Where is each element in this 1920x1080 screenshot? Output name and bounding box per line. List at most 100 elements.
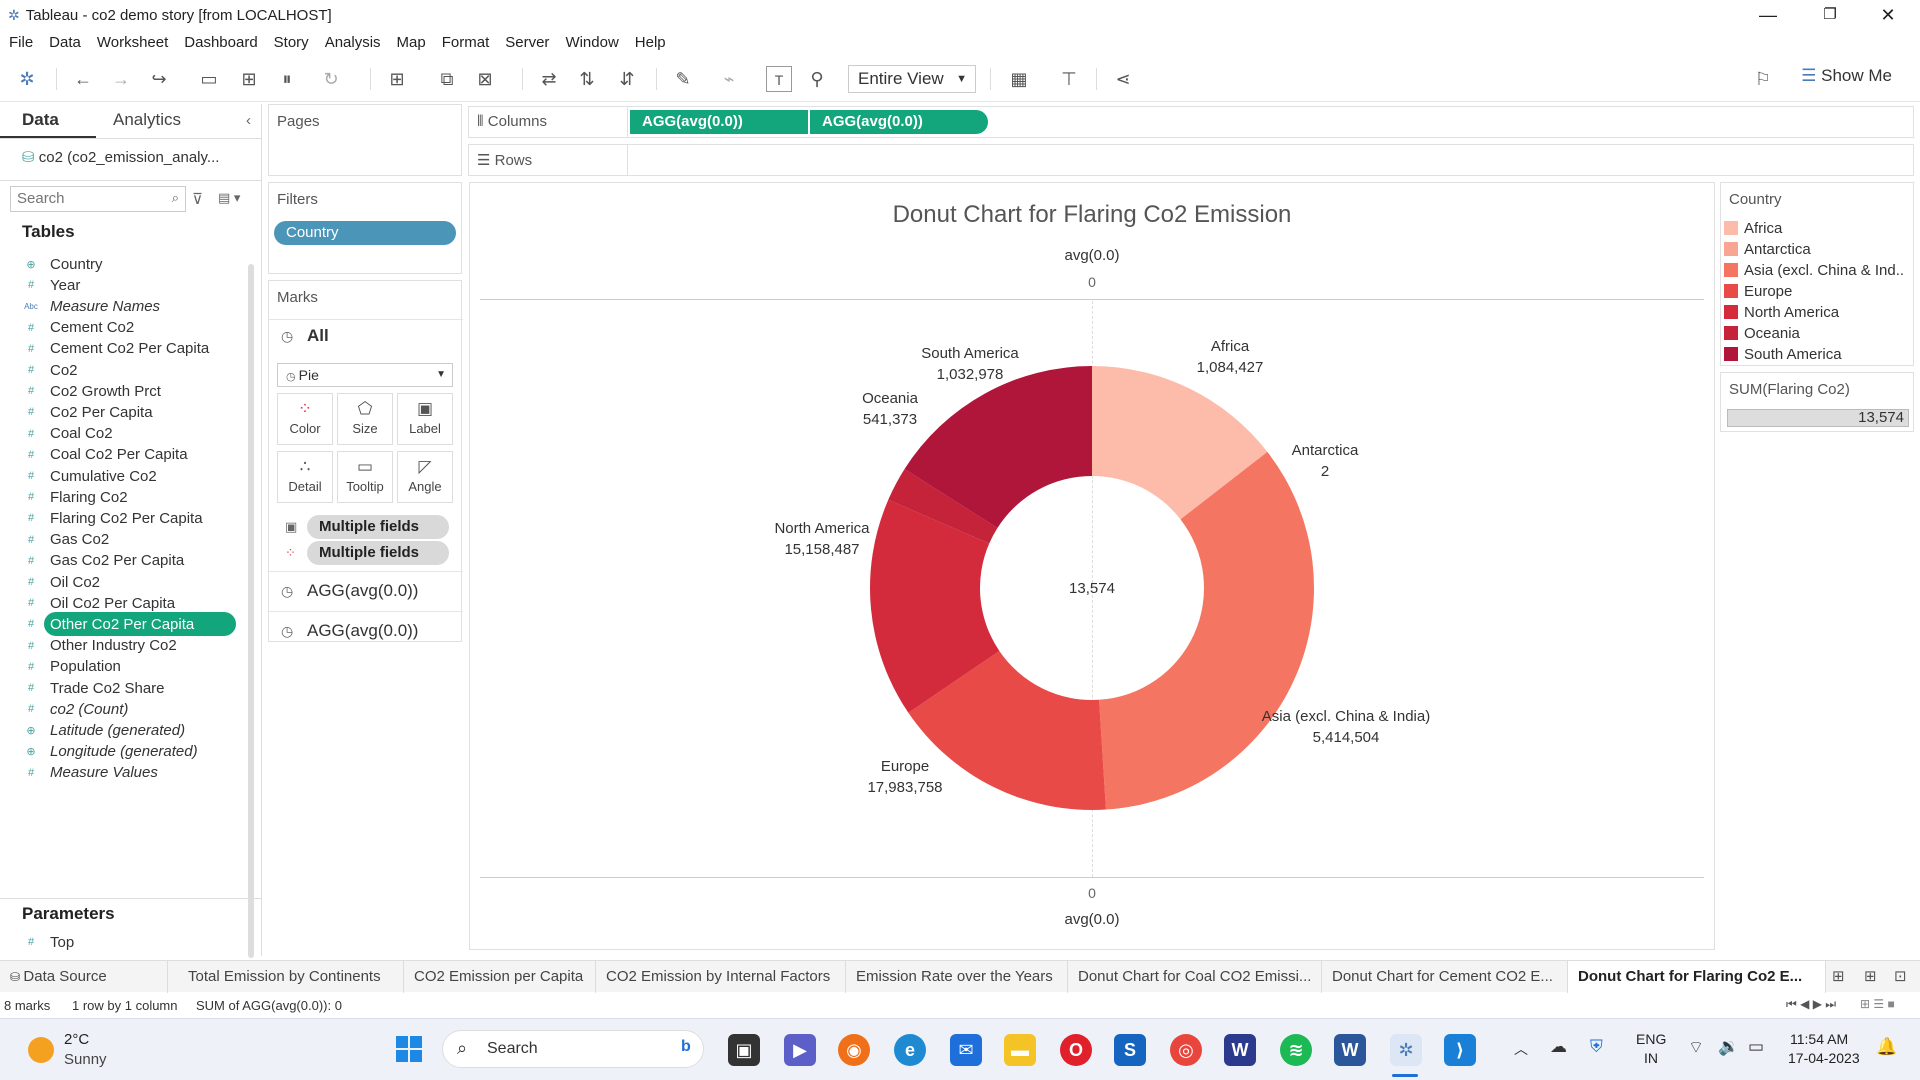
detail-button[interactable]: ∴ Detail	[277, 451, 333, 503]
search-input-box[interactable]: ⌕	[10, 186, 186, 212]
size-button[interactable]: ⬠ Size	[337, 393, 393, 445]
color-button[interactable]: ⁘ Color	[277, 393, 333, 445]
minimize-button[interactable]: —	[1740, 0, 1796, 30]
spotify-icon[interactable]: ≋	[1280, 1034, 1312, 1066]
word-icon[interactable]: W	[1334, 1034, 1366, 1066]
battery-icon[interactable]: ▭	[1748, 1037, 1764, 1057]
menu-item-dashboard[interactable]: Dashboard	[184, 34, 257, 51]
menu-item-worksheet[interactable]: Worksheet	[97, 34, 168, 51]
new-dashboard-tab-icon[interactable]: ⊞	[1864, 967, 1877, 985]
fix-axes-icon[interactable]: ⚲	[804, 66, 830, 92]
task-view-icon[interactable]: ▣	[728, 1034, 760, 1066]
view-options-icon[interactable]: ▤ ▾	[218, 190, 240, 206]
columns-shelf[interactable]: ⦀ Columns AGG(avg(0.0)) AGG(avg(0.0))	[468, 106, 1914, 138]
weather-temp[interactable]: 2°C	[64, 1031, 89, 1048]
sheet-tab[interactable]: Donut Chart for Cement CO2 E...	[1322, 961, 1568, 993]
language-indicator[interactable]: ENG	[1636, 1031, 1666, 1047]
menu-item-data[interactable]: Data	[49, 34, 81, 51]
rows-shelf[interactable]: ☰ Rows	[468, 144, 1914, 176]
sheet-tab[interactable]: Donut Chart for Coal CO2 Emissi...	[1068, 961, 1322, 993]
chart-view[interactable]: Donut Chart for Flaring Co2 Emission avg…	[469, 182, 1715, 950]
tableau-taskbar-icon[interactable]: ✲	[1390, 1034, 1422, 1066]
close-button[interactable]: ✕	[1860, 0, 1916, 30]
menu-item-map[interactable]: Map	[397, 34, 426, 51]
legend-item[interactable]: North America	[1724, 302, 1839, 322]
sheet-navigation-icons[interactable]: ⏮ ◀ ▶ ⏭	[1786, 997, 1836, 1012]
undo-icon[interactable]: ←	[70, 66, 96, 92]
volume-icon[interactable]: 🔉	[1718, 1037, 1739, 1057]
file-explorer-icon[interactable]: ▬	[1004, 1034, 1036, 1066]
filters-shelf[interactable]: Filters Country	[268, 182, 462, 274]
pin-icon[interactable]: ⚐	[1750, 66, 1776, 92]
redo-icon[interactable]: →	[108, 66, 134, 92]
donut-slice-asia-excl-china-india-[interactable]	[1099, 451, 1314, 810]
share-icon[interactable]: ⋖	[1110, 66, 1136, 92]
marks-all[interactable]: All	[307, 326, 329, 346]
agg-card-2[interactable]: AGG(avg(0.0))	[307, 621, 418, 641]
highlight-icon[interactable]: ✎	[670, 66, 696, 92]
menu-item-server[interactable]: Server	[505, 34, 549, 51]
menu-item-help[interactable]: Help	[635, 34, 666, 51]
firefox-icon[interactable]: ◉	[838, 1034, 870, 1066]
clock-time[interactable]: 11:54 AM	[1790, 1031, 1848, 1047]
taskbar-search[interactable]: ⌕ Search b	[442, 1030, 704, 1068]
presentation-mode-icon[interactable]: ⊤	[1056, 66, 1082, 92]
show-cards-icon[interactable]: ▦	[1006, 66, 1032, 92]
mark-field-pill-color[interactable]: Multiple fields	[307, 541, 449, 565]
menu-item-analysis[interactable]: Analysis	[325, 34, 381, 51]
scrollbar[interactable]	[248, 264, 254, 958]
angle-button[interactable]: ◸ Angle	[397, 451, 453, 503]
notification-icon[interactable]: 🔔	[1876, 1037, 1897, 1057]
streamlit-icon[interactable]: S	[1114, 1034, 1146, 1066]
security-icon[interactable]: ⛨	[1590, 1037, 1603, 1057]
weather-desc[interactable]: Sunny	[64, 1051, 107, 1068]
sheet-tab[interactable]: CO2 Emission by Internal Factors	[596, 961, 846, 993]
tableau-home-icon[interactable]: ✲	[14, 66, 40, 92]
webex-icon[interactable]: W	[1224, 1034, 1256, 1066]
show-me-button[interactable]: ☰ Show Me	[1801, 66, 1892, 86]
column-pill-2[interactable]: AGG(avg(0.0))	[810, 110, 988, 134]
save-icon[interactable]: ▭	[196, 66, 222, 92]
label-button[interactable]: ▣ Label	[397, 393, 453, 445]
filter-icon[interactable]: ⊽	[192, 190, 203, 208]
vscode-icon[interactable]: ⟩	[1444, 1034, 1476, 1066]
parameter-top[interactable]: # Top	[22, 930, 74, 954]
new-worksheet-icon[interactable]: ⊞	[384, 66, 410, 92]
pages-shelf[interactable]: Pages	[268, 104, 462, 176]
chrome-icon[interactable]: ◎	[1170, 1034, 1202, 1066]
sort-ascending-icon[interactable]: ⇅	[574, 66, 600, 92]
fit-dropdown[interactable]: Entire View ▼	[848, 65, 976, 93]
legend-item[interactable]: South America	[1724, 344, 1842, 364]
column-pill-1[interactable]: AGG(avg(0.0))	[630, 110, 808, 134]
tab-analytics[interactable]: Analytics	[113, 110, 181, 130]
legend-item[interactable]: Africa	[1724, 218, 1782, 238]
mark-type-dropdown[interactable]: ◷ Pie ▼	[277, 363, 453, 387]
mark-field-pill-label[interactable]: Multiple fields	[307, 515, 449, 539]
agg-card-1[interactable]: AGG(avg(0.0))	[307, 581, 418, 601]
menu-item-story[interactable]: Story	[274, 34, 309, 51]
search-input[interactable]	[17, 187, 167, 209]
filter-pill-country[interactable]: Country	[274, 221, 456, 245]
new-worksheet-tab-icon[interactable]: ⊞	[1832, 967, 1845, 985]
sheet-tab[interactable]: Donut Chart for Flaring Co2 E...	[1568, 961, 1826, 993]
tab-data[interactable]: Data	[22, 110, 59, 130]
tab-data-source[interactable]: ⛁ Data Source	[0, 961, 168, 993]
clear-sheet-icon[interactable]: ⊠	[472, 66, 498, 92]
donut-chart[interactable]: Africa 1,084,427 Antarctica 2 Asia (excl. Ch…	[470, 183, 1714, 951]
legend-item[interactable]: Antarctica	[1724, 239, 1811, 259]
new-story-tab-icon[interactable]: ⊡	[1894, 967, 1907, 985]
legend-item[interactable]: Europe	[1724, 281, 1792, 301]
legend-item[interactable]: Oceania	[1724, 323, 1800, 343]
layout-icons[interactable]: ⊞ ☰ ■	[1860, 997, 1895, 1011]
mail-icon[interactable]: ✉	[950, 1034, 982, 1066]
menu-item-file[interactable]: File	[9, 34, 33, 51]
clock-date[interactable]: 17-04-2023	[1788, 1050, 1860, 1066]
sheet-tab[interactable]: Total Emission by Continents	[178, 961, 404, 993]
group-icon[interactable]: ⌁	[716, 66, 742, 92]
legend-item[interactable]: Asia (excl. China & Ind..	[1724, 260, 1904, 280]
sheet-tab[interactable]: Emission Rate over the Years	[846, 961, 1068, 993]
refresh-icon[interactable]: ↻	[318, 66, 344, 92]
teams-icon[interactable]: ▶	[784, 1034, 816, 1066]
show-labels-icon[interactable]: T	[766, 66, 792, 92]
chevron-up-icon[interactable]: ︿	[1514, 1039, 1528, 1059]
